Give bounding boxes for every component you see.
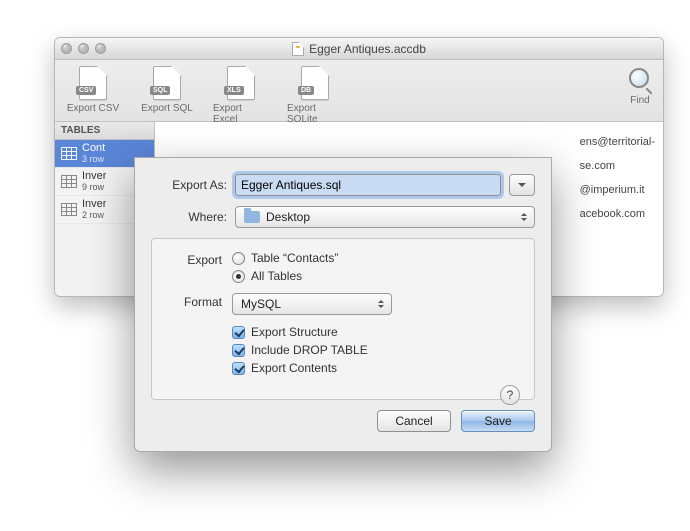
sidebar-header: TABLES <box>55 122 154 140</box>
help-button[interactable]: ? <box>500 385 520 405</box>
radio-table-contacts[interactable]: Table “Contacts” <box>232 251 520 265</box>
sidebar-item-label: Inver <box>82 199 106 211</box>
table-icon <box>61 203 77 216</box>
folder-icon <box>244 211 260 223</box>
radio-label: All Tables <box>251 269 302 283</box>
file-sqlite-icon: DB <box>301 66 329 100</box>
window-title: Egger Antiques.accdb <box>55 42 663 56</box>
format-value: MySQL <box>241 297 281 311</box>
help-icon: ? <box>507 388 514 402</box>
sidebar-item-sub: 3 row <box>82 155 105 164</box>
button-label: Cancel <box>395 414 432 428</box>
titlebar: Egger Antiques.accdb <box>55 38 663 60</box>
toolbar-label: Export SQL <box>141 103 193 114</box>
radio-all-tables[interactable]: All Tables <box>232 269 520 283</box>
toolbar-export-excel[interactable]: XLS Export Excel <box>213 66 269 125</box>
window-title-text: Egger Antiques.accdb <box>309 42 426 56</box>
format-label: Format <box>166 293 222 309</box>
toolbar-export-csv[interactable]: CSV Export CSV <box>65 66 121 114</box>
radio-label: Table “Contacts” <box>251 251 338 265</box>
save-button[interactable]: Save <box>461 410 535 432</box>
search-icon <box>627 66 653 92</box>
file-csv-icon: CSV <box>79 66 107 100</box>
export-options-panel: Export Table “Contacts” All Tables Forma… <box>151 238 535 400</box>
checkbox-icon <box>232 362 245 375</box>
toolbar-find[interactable]: Find <box>627 66 653 106</box>
checkbox-label: Include DROP TABLE <box>251 343 368 357</box>
document-icon <box>292 42 304 56</box>
export-as-label: Export As: <box>151 178 227 192</box>
table-email-column: ens@territorial- se.com @imperium.it ace… <box>580 130 655 226</box>
export-scope-label: Export <box>166 251 222 267</box>
checkbox-include-drop-table[interactable]: Include DROP TABLE <box>232 343 520 357</box>
toolbar-label: Export CSV <box>67 103 119 114</box>
filename-input[interactable] <box>235 174 501 196</box>
updown-arrows-icon <box>378 297 385 311</box>
disclosure-button[interactable] <box>509 174 535 196</box>
table-icon <box>61 175 77 188</box>
sidebar-item-label: Cont <box>82 143 105 155</box>
where-popup[interactable]: Desktop <box>235 206 535 228</box>
where-label: Where: <box>151 210 227 224</box>
radio-icon <box>232 270 245 283</box>
table-icon <box>61 147 77 160</box>
export-sheet: Export As: Where: Desktop Export Table “… <box>134 157 552 452</box>
file-xls-icon: XLS <box>227 66 255 100</box>
where-value: Desktop <box>266 210 310 224</box>
table-cell: acebook.com <box>580 202 655 226</box>
table-cell: ens@territorial- <box>580 130 655 154</box>
checkbox-label: Export Contents <box>251 361 337 375</box>
toolbar-find-label: Find <box>630 95 649 106</box>
toolbar-export-sql[interactable]: SQL Export SQL <box>139 66 195 114</box>
updown-arrows-icon <box>521 210 528 224</box>
format-popup[interactable]: MySQL <box>232 293 392 315</box>
radio-icon <box>232 252 245 265</box>
button-label: Save <box>484 414 511 428</box>
sidebar-item-label: Inver <box>82 171 106 183</box>
sidebar-item-sub: 9 row <box>82 183 106 192</box>
checkbox-export-contents[interactable]: Export Contents <box>232 361 520 375</box>
checkbox-label: Export Structure <box>251 325 338 339</box>
toolbar-export-sqlite[interactable]: DB Export SQLite <box>287 66 343 125</box>
checkbox-icon <box>232 344 245 357</box>
checkbox-export-structure[interactable]: Export Structure <box>232 325 520 339</box>
table-cell: se.com <box>580 154 655 178</box>
sidebar-item-sub: 2 row <box>82 211 106 220</box>
cancel-button[interactable]: Cancel <box>377 410 451 432</box>
dialog-buttons: Cancel Save <box>151 410 535 432</box>
table-cell: @imperium.it <box>580 178 655 202</box>
checkbox-icon <box>232 326 245 339</box>
file-sql-icon: SQL <box>153 66 181 100</box>
toolbar: CSV Export CSV SQL Export SQL XLS Export… <box>55 60 663 122</box>
